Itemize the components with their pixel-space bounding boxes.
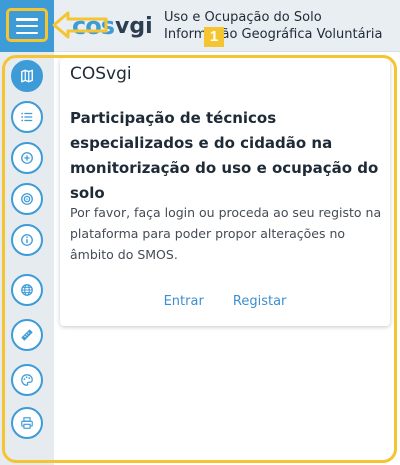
info-icon: [21, 234, 33, 246]
sidebar-item-info[interactable]: [11, 224, 43, 256]
card-actions: Entrar Registar: [60, 290, 390, 309]
sidebar-item-measure[interactable]: [11, 319, 43, 351]
printer-icon: [21, 417, 33, 429]
list-icon: [21, 112, 33, 122]
logo-vgi-text: vgi: [115, 13, 153, 39]
card-heading: Participação de técnicos especializados …: [70, 109, 379, 202]
app-logo[interactable]: cos vgi: [72, 8, 153, 44]
menu-icon: [16, 18, 38, 34]
target-icon: [21, 193, 33, 205]
sidebar-item-add[interactable]: [11, 142, 43, 174]
app-header: cos vgi Uso e Ocupação do Solo Informaçã…: [0, 0, 400, 52]
login-link[interactable]: Entrar: [164, 294, 204, 309]
sidebar-item-globe[interactable]: [11, 274, 43, 306]
card-description: Por favor, faça login ou proceda ao seu …: [70, 205, 382, 262]
app-title-line2: Informação Geográfica Voluntária: [164, 27, 383, 42]
annotation-badge: 1: [204, 27, 224, 47]
palette-icon: [21, 374, 33, 386]
ruler-icon: [21, 329, 33, 341]
sidebar-item-list[interactable]: [11, 101, 43, 133]
register-link[interactable]: Registar: [233, 294, 287, 309]
logo-cos-text: cos: [72, 12, 115, 40]
app-title-line1: Uso e Ocupação do Solo: [164, 10, 322, 25]
sidebar-item-print[interactable]: [11, 407, 43, 439]
globe-icon: [21, 284, 33, 296]
welcome-card: COSvgi Participação de técnicos especial…: [60, 58, 390, 326]
card-title: COSvgi: [70, 64, 132, 84]
menu-button[interactable]: [0, 0, 54, 52]
sidebar-item-palette[interactable]: [11, 364, 43, 396]
plus-circle-icon: [21, 152, 33, 164]
sidebar: [0, 52, 54, 465]
app-title: Uso e Ocupação do Solo Informação Geográ…: [164, 9, 383, 43]
map-icon: [21, 69, 33, 83]
sidebar-item-target[interactable]: [11, 183, 43, 215]
sidebar-item-map[interactable]: [11, 60, 43, 92]
